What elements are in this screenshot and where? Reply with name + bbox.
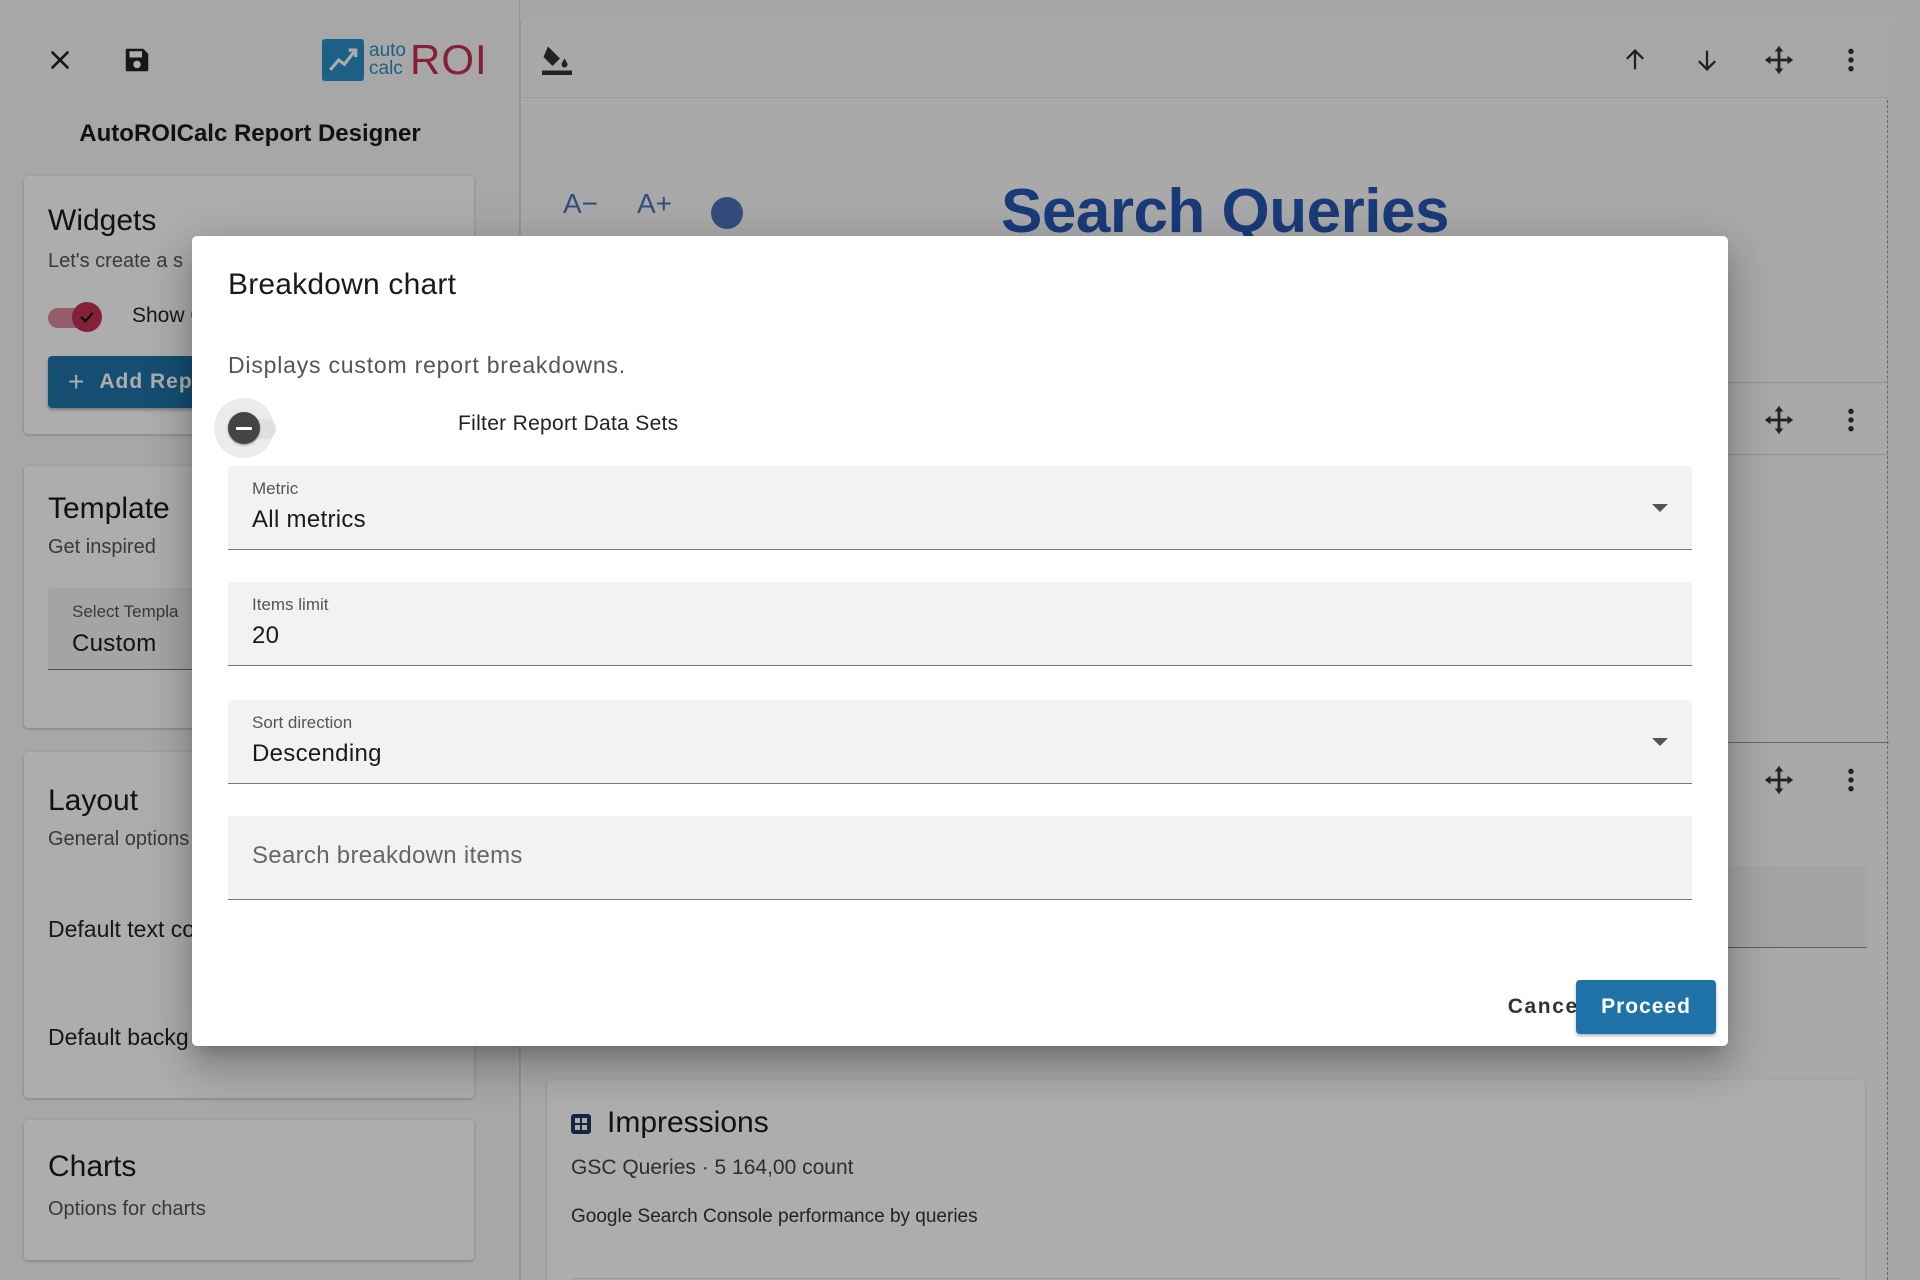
filter-datasets-label: Filter Report Data Sets: [458, 412, 679, 435]
breakdown-chart-dialog: Breakdown chart Displays custom report b…: [192, 236, 1728, 1046]
search-breakdown-placeholder: Search breakdown items: [252, 842, 523, 869]
sort-direction-select[interactable]: Sort direction Descending: [228, 700, 1692, 784]
minus-icon: [228, 412, 260, 444]
items-limit-value: 20: [252, 622, 280, 649]
metric-value: All metrics: [252, 506, 366, 533]
chevron-down-icon: [1652, 738, 1668, 746]
items-limit-label: Items limit: [252, 595, 329, 614]
search-breakdown-input[interactable]: Search breakdown items: [228, 816, 1692, 900]
sort-direction-label: Sort direction: [252, 713, 353, 732]
metric-select[interactable]: Metric All metrics: [228, 466, 1692, 550]
items-limit-field[interactable]: Items limit 20: [228, 582, 1692, 666]
chevron-down-icon: [1652, 504, 1668, 512]
metric-label: Metric: [252, 479, 299, 498]
dialog-title: Breakdown chart: [228, 268, 457, 301]
sort-direction-value: Descending: [252, 740, 382, 767]
proceed-button[interactable]: Proceed: [1576, 980, 1716, 1034]
dialog-description: Displays custom report breakdowns.: [228, 352, 626, 378]
